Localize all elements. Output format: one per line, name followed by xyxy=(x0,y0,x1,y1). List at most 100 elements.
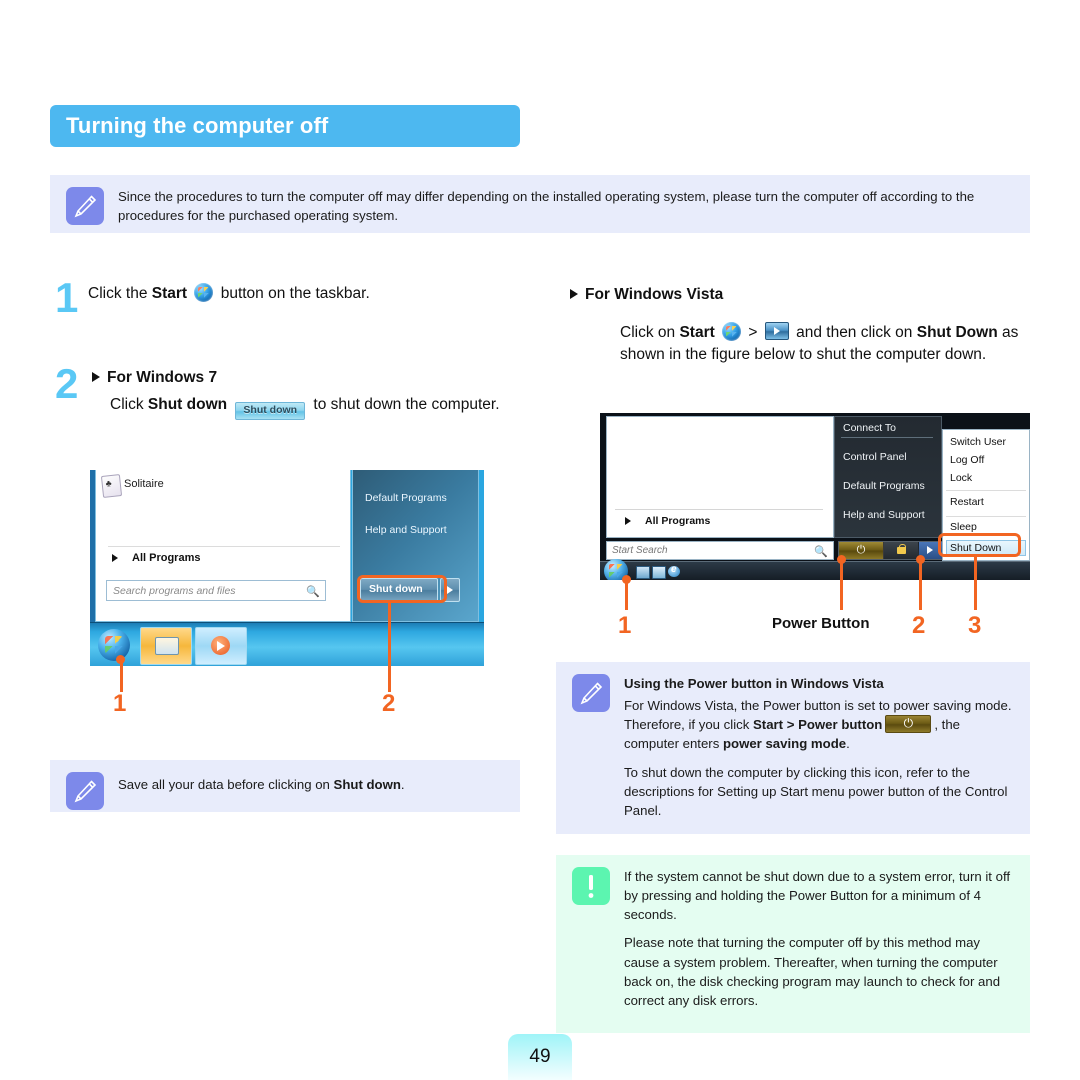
callout-line-vista-3 xyxy=(974,557,977,610)
search-icon: 🔍 xyxy=(814,546,828,558)
win7-search-input[interactable]: Search programs and files 🔍 xyxy=(106,580,326,601)
step-2-text-before: Click xyxy=(110,396,144,413)
callout-line-vista-2 xyxy=(919,560,922,610)
top-note-box: Since the procedures to turn the compute… xyxy=(50,175,1030,233)
power-button-label: Power Button xyxy=(772,615,870,632)
vista-item-control-panel[interactable]: Control Panel xyxy=(843,451,907,463)
step-1-number: 1 xyxy=(55,274,79,321)
left-note-text-after: . xyxy=(400,777,405,792)
right-heading-label: For Windows Vista xyxy=(585,286,724,303)
pencil-note-icon xyxy=(66,772,104,810)
right-note-text: Using the Power button in Windows Vista … xyxy=(624,662,1030,834)
page-title: Turning the computer off xyxy=(66,113,329,138)
right-body-sep: > xyxy=(748,324,758,341)
vista-item-default-programs[interactable]: Default Programs xyxy=(843,480,925,492)
vista-menu-log-off[interactable]: Log Off xyxy=(950,454,984,466)
step-1-text: Click the Start button on the taskbar. xyxy=(88,283,508,305)
vista-menu-switch-user[interactable]: Switch User xyxy=(950,436,1006,448)
callout-ring-vista-shut-down xyxy=(938,533,1021,557)
vista-item-help-and-support[interactable]: Help and Support xyxy=(843,509,925,521)
win7-item-help-and-support[interactable]: Help and Support xyxy=(365,524,447,536)
callout-number-win7-2: 2 xyxy=(382,690,396,717)
vista-search-input[interactable]: Start Search 🔍 xyxy=(606,541,834,560)
vista-menu-lock[interactable]: Lock xyxy=(950,472,972,484)
left-note-bold: Shut down xyxy=(333,777,401,792)
all-programs-arrow-icon xyxy=(112,554,118,562)
win7-item-all-programs[interactable]: All Programs xyxy=(132,552,200,564)
right-heading: For Windows Vista xyxy=(570,286,723,304)
left-bottom-note-text: Save all your data before clicking on Sh… xyxy=(118,760,421,812)
vista-power-button-icon[interactable] xyxy=(839,542,884,559)
right-note-p1d: power saving mode xyxy=(722,736,847,752)
left-bottom-note-paragraph: Save all your data before clicking on Sh… xyxy=(118,775,405,794)
win7-item-default-programs[interactable]: Default Programs xyxy=(365,492,447,504)
shut-down-chip-icon: Shut down xyxy=(235,402,306,420)
callout-line-power-button xyxy=(840,560,843,610)
quicklaunch-show-desktop-icon[interactable] xyxy=(636,566,650,579)
vista-menu-sleep[interactable]: Sleep xyxy=(950,521,977,533)
taskbar-explorer-icon[interactable] xyxy=(140,627,192,665)
vista-item-all-programs[interactable]: All Programs xyxy=(645,515,710,527)
all-programs-arrow-icon xyxy=(625,517,631,525)
right-body-text: Click on Start > and then click on Shut … xyxy=(620,322,1020,366)
step-2-heading: For Windows 7 xyxy=(92,369,217,387)
callout-ring-win7-shut-down xyxy=(357,575,447,603)
vista-item-connect-to[interactable]: Connect To xyxy=(843,422,896,434)
section-header: Turning the computer off xyxy=(50,105,520,147)
windows-start-orb-icon xyxy=(722,322,742,341)
vista-programs-pane: All Programs xyxy=(606,416,834,538)
callout-number-win7-1: 1 xyxy=(113,690,127,717)
vista-lock-button-icon[interactable] xyxy=(884,542,918,559)
callout-number-vista-3: 3 xyxy=(968,612,982,639)
vista-right-pane: Connect To Control Panel Default Program… xyxy=(834,416,942,538)
right-body-t1: Click on xyxy=(620,324,676,341)
caution-text: If the system cannot be shut down due to… xyxy=(624,855,1030,1033)
callout-number-vista-2: 2 xyxy=(912,612,926,639)
pencil-note-icon xyxy=(572,674,610,712)
pencil-note-icon xyxy=(66,187,104,225)
win7-start-orb-icon[interactable] xyxy=(98,629,130,661)
top-note-text: Since the procedures to turn the compute… xyxy=(118,175,1030,233)
vista-menu-restart[interactable]: Restart xyxy=(950,496,984,508)
callout-line-vista-1 xyxy=(625,580,628,610)
win7-taskbar xyxy=(90,622,484,666)
callout-line-win7-2 xyxy=(388,603,391,692)
page-number: 49 xyxy=(529,1046,551,1067)
quicklaunch-switch-windows-icon[interactable] xyxy=(652,566,666,579)
vista-divider xyxy=(615,509,823,510)
win7-item-solitaire[interactable]: Solitaire xyxy=(124,478,164,490)
left-note-text-before: Save all your data before clicking on xyxy=(118,777,330,792)
triangle-bullet-icon xyxy=(92,371,100,382)
top-note-paragraph: Since the procedures to turn the compute… xyxy=(118,189,975,224)
caution-box: If the system cannot be shut down due to… xyxy=(556,855,1030,1033)
step-2-heading-label: For Windows 7 xyxy=(107,369,218,386)
quicklaunch-internet-explorer-icon[interactable] xyxy=(668,564,680,577)
vista-taskbar xyxy=(600,559,1030,580)
right-note-heading: Using the Power button in Windows Vista xyxy=(624,676,884,691)
vista-search-placeholder: Start Search xyxy=(612,545,668,556)
step-2-text: Click Shut down Shut down to shut down t… xyxy=(110,394,500,420)
vista-power-button-inline-icon xyxy=(885,714,932,734)
win7-divider xyxy=(108,546,340,547)
right-note-paragraph-2: To shut down the computer by clicking th… xyxy=(624,764,1008,818)
search-icon: 🔍 xyxy=(306,586,320,598)
step-2-text-after: to shut down the computer. xyxy=(313,396,500,413)
page-number-badge: 49 xyxy=(508,1034,572,1080)
step-1-text-after: button on the taskbar. xyxy=(220,285,370,302)
win7-search-placeholder: Search programs and files xyxy=(113,585,236,597)
win7-programs-pane: Solitaire All Programs Search programs a… xyxy=(95,470,351,622)
exclamation-icon xyxy=(572,867,610,905)
callout-line-win7-1 xyxy=(120,660,123,692)
left-bottom-note-box: Save all your data before clicking on Sh… xyxy=(50,760,520,812)
vista-button-bar xyxy=(838,541,942,560)
right-note-box: Using the Power button in Windows Vista … xyxy=(556,662,1030,834)
vista-menu-divider-2 xyxy=(946,516,1026,517)
vista-right-divider xyxy=(841,437,933,438)
taskbar-media-player-icon[interactable] xyxy=(195,627,247,665)
right-body-t2: and then click on xyxy=(796,324,913,341)
figure-windows7-start-menu: Solitaire All Programs Search programs a… xyxy=(90,470,484,666)
right-note-paragraph-1: For Windows Vista, the Power button is s… xyxy=(624,696,1014,753)
step-2-bold: Shut down xyxy=(147,396,228,413)
caution-paragraph-1: If the system cannot be shut down due to… xyxy=(624,869,1011,923)
vista-arrow-button-icon xyxy=(764,322,789,340)
